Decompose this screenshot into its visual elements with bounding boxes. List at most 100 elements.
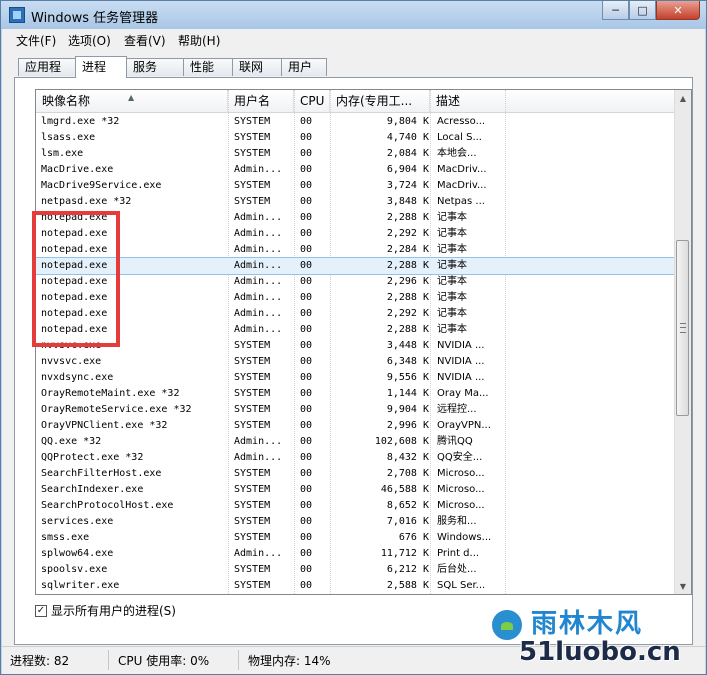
cell-user: SYSTEM bbox=[234, 132, 271, 143]
table-row[interactable]: OrayRemoteMaint.exe *32 SYSTEM 00 1,144 K Or… bbox=[36, 386, 676, 402]
status-divider bbox=[108, 650, 109, 670]
menu-file[interactable]: 文件(F) bbox=[16, 32, 56, 49]
cell-memory: 676 K bbox=[398, 532, 429, 543]
cell-cpu: 00 bbox=[300, 404, 313, 415]
cell-description: Acresso... bbox=[437, 116, 486, 127]
table-row[interactable]: MacDrive9Service.exe SYSTEM 00 3,724 K MacDr… bbox=[36, 178, 676, 194]
column-header-user[interactable]: 用户名 bbox=[228, 90, 294, 112]
cell-image-name: OrayRemoteMaint.exe *32 bbox=[41, 388, 180, 399]
table-row[interactable]: MacDrive.exe Admin... 00 6,904 K MacDriv... bbox=[36, 162, 676, 178]
menu-view[interactable]: 查看(V) bbox=[124, 32, 166, 49]
table-row[interactable]: smss.exe SYSTEM 00 676 K Windows... bbox=[36, 530, 676, 546]
cell-user: SYSTEM bbox=[234, 532, 271, 543]
tab-users[interactable]: 用户 bbox=[281, 58, 327, 76]
table-row[interactable]: QQProtect.exe *32 Admin... 00 8,432 K QQ安全..… bbox=[36, 450, 676, 466]
tab-networking[interactable]: 联网 bbox=[232, 58, 282, 76]
cell-image-name: QQProtect.exe *32 bbox=[41, 452, 144, 463]
menu-options[interactable]: 选项(O) bbox=[68, 32, 111, 49]
table-row[interactable]: SearchFilterHost.exe SYSTEM 00 2,708 K Micro… bbox=[36, 466, 676, 482]
cell-image-name: splwow64.exe bbox=[41, 548, 114, 559]
table-row[interactable]: OrayVPNClient.exe *32 SYSTEM 00 2,996 K Oray… bbox=[36, 418, 676, 434]
show-all-users-checkbox[interactable]: ✓ bbox=[35, 604, 47, 617]
table-row[interactable]: lsass.exe SYSTEM 00 4,740 K Local S... bbox=[36, 130, 676, 146]
table-row[interactable]: QQ.exe *32 Admin... 00 102,608 K 腾讯QQ bbox=[36, 434, 676, 450]
table-row[interactable]: SearchIndexer.exe SYSTEM 00 46,588 K Microso… bbox=[36, 482, 676, 498]
cell-memory: 2,084 K bbox=[386, 148, 429, 159]
tab-performance[interactable]: 性能 bbox=[183, 58, 233, 76]
cell-description: Microso... bbox=[437, 500, 485, 511]
cell-description: 记事本 bbox=[437, 308, 467, 319]
column-header-description[interactable]: 描述 bbox=[430, 90, 676, 112]
table-row[interactable]: nvxdsync.exe SYSTEM 00 9,556 K NVIDIA ... bbox=[36, 370, 676, 386]
table-row[interactable]: notepad.exe Admin... 00 2,292 K 记事本 bbox=[36, 306, 676, 322]
table-row[interactable]: splwow64.exe Admin... 00 11,712 K Print d... bbox=[36, 546, 676, 562]
table-row[interactable]: spoolsv.exe SYSTEM 00 6,212 K 后台处... bbox=[36, 562, 676, 578]
cell-description: 本地会... bbox=[437, 148, 477, 159]
table-row[interactable]: notepad.exe Admin... 00 2,296 K 记事本 bbox=[36, 274, 676, 290]
tab-services[interactable]: 服务 bbox=[126, 58, 184, 76]
cell-memory: 2,588 K bbox=[386, 580, 429, 591]
cell-memory: 2,288 K bbox=[386, 292, 429, 303]
cell-cpu: 00 bbox=[300, 580, 313, 591]
cell-cpu: 00 bbox=[300, 116, 313, 127]
minimize-button[interactable]: ─ bbox=[602, 1, 629, 20]
cell-description: NVIDIA ... bbox=[437, 372, 485, 383]
cell-description: NVIDIA ... bbox=[437, 356, 485, 367]
table-row[interactable]: sqlwriter.exe SYSTEM 00 2,588 K SQL Ser... bbox=[36, 578, 676, 594]
status-cpu-usage: CPU 使用率: 0% bbox=[118, 654, 210, 668]
cell-description: Windows... bbox=[437, 532, 492, 543]
scroll-down-arrow-icon[interactable]: ▼ bbox=[675, 578, 691, 594]
tab-applications[interactable]: 应用程序 bbox=[18, 58, 76, 91]
cell-cpu: 00 bbox=[300, 500, 313, 511]
close-button[interactable]: ✕ bbox=[656, 1, 700, 20]
table-row[interactable]: notepad.exe Admin... 00 2,288 K 记事本 bbox=[36, 210, 676, 226]
table-row[interactable]: services.exe SYSTEM 00 7,016 K 服务和... bbox=[36, 514, 676, 530]
show-all-users-option[interactable]: ✓ 显示所有用户的进程(S) bbox=[35, 602, 176, 619]
cell-image-name: nvvsvc.exe bbox=[41, 356, 102, 367]
cell-user: SYSTEM bbox=[234, 500, 271, 511]
table-row[interactable]: SearchProtocolHost.exe SYSTEM 00 8,652 K Mic… bbox=[36, 498, 676, 514]
cell-memory: 11,712 K bbox=[380, 548, 429, 559]
vertical-scrollbar[interactable]: ▲ ▼ bbox=[674, 90, 691, 594]
tab-processes[interactable]: 进程 bbox=[75, 56, 127, 78]
maximize-button[interactable]: □ bbox=[629, 1, 656, 20]
cell-description: Print d... bbox=[437, 548, 480, 559]
column-header-memory[interactable]: 内存(专用工... bbox=[330, 90, 430, 112]
cell-user: SYSTEM bbox=[234, 420, 271, 431]
table-row[interactable]: lmgrd.exe *32 SYSTEM 00 9,804 K Acresso... bbox=[36, 114, 676, 130]
cell-cpu: 00 bbox=[300, 180, 313, 191]
scroll-thumb[interactable] bbox=[676, 240, 689, 416]
cell-user: Admin... bbox=[234, 164, 283, 175]
cell-cpu: 00 bbox=[300, 564, 313, 575]
cell-user: SYSTEM bbox=[234, 484, 271, 495]
table-row[interactable]: netpasd.exe *32 SYSTEM 00 3,848 K Netpas ... bbox=[36, 194, 676, 210]
title-bar[interactable]: Windows 任务管理器 ─ □ ✕ bbox=[1, 1, 706, 29]
cell-user: SYSTEM bbox=[234, 180, 271, 191]
cell-description: 记事本 bbox=[437, 276, 467, 287]
scroll-up-arrow-icon[interactable]: ▲ bbox=[675, 90, 691, 106]
processes-panel: 映像名称 ▲ 用户名 CPU 内存(专用工... 描述 lmgrd.exe *32… bbox=[14, 77, 693, 645]
table-row[interactable]: notepad.exe Admin... 00 2,284 K 记事本 bbox=[36, 242, 676, 258]
table-row[interactable]: notepad.exe Admin... 00 2,288 K 记事本 bbox=[36, 290, 676, 306]
table-row[interactable]: lsm.exe SYSTEM 00 2,084 K 本地会... bbox=[36, 146, 676, 162]
cell-user: SYSTEM bbox=[234, 468, 271, 479]
cell-memory: 8,652 K bbox=[386, 500, 429, 511]
column-header-cpu[interactable]: CPU bbox=[294, 90, 330, 112]
cell-user: Admin... bbox=[234, 228, 283, 239]
cell-cpu: 00 bbox=[300, 164, 313, 175]
process-list[interactable]: 映像名称 ▲ 用户名 CPU 内存(专用工... 描述 lmgrd.exe *32… bbox=[35, 89, 692, 595]
table-row[interactable]: nvvsvc.exe SYSTEM 00 6,348 K NVIDIA ... bbox=[36, 354, 676, 370]
menu-help[interactable]: 帮助(H) bbox=[178, 32, 220, 49]
table-row[interactable]: OrayRemoteService.exe *32 SYSTEM 00 9,904 K… bbox=[36, 402, 676, 418]
cell-cpu: 00 bbox=[300, 244, 313, 255]
table-row[interactable]: notepad.exe Admin... 00 2,288 K 记事本 bbox=[36, 322, 676, 338]
column-header-image-name[interactable]: 映像名称 ▲ bbox=[36, 90, 228, 112]
cell-image-name: OrayVPNClient.exe *32 bbox=[41, 420, 168, 431]
table-row[interactable]: notepad.exe Admin... 00 2,288 K 记事本 bbox=[36, 257, 677, 275]
cell-cpu: 00 bbox=[300, 260, 313, 271]
table-row[interactable]: notepad.exe Admin... 00 2,292 K 记事本 bbox=[36, 226, 676, 242]
cell-image-name: lsass.exe bbox=[41, 132, 96, 143]
cell-image-name: services.exe bbox=[41, 516, 114, 527]
cell-image-name: smss.exe bbox=[41, 532, 90, 543]
table-row[interactable]: nvvsvc.exe SYSTEM 00 3,448 K NVIDIA ... bbox=[36, 338, 676, 354]
